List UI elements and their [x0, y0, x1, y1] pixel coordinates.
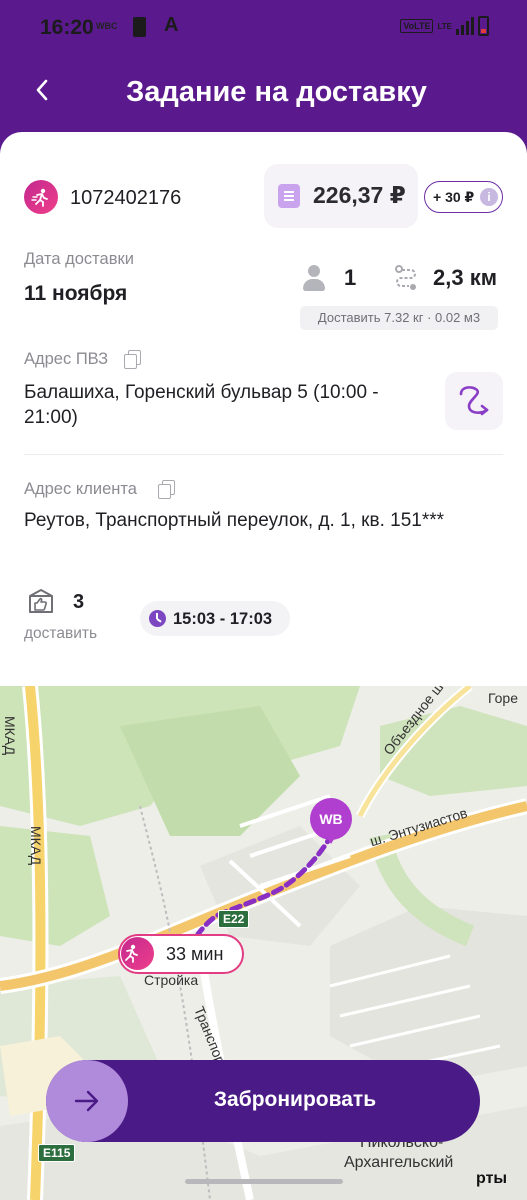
copy-icon[interactable]: [124, 350, 141, 369]
copy-icon[interactable]: [158, 480, 175, 499]
package-like-icon: [29, 589, 53, 613]
lte-label: LTE: [437, 21, 452, 31]
map-label-arkhangelsky: Архангельский: [344, 1154, 454, 1171]
time-window-pill: 15:03 - 17:03: [140, 601, 290, 636]
order-id: 1072402176: [70, 187, 182, 209]
persons-count: 1: [344, 265, 357, 290]
carrier-label: WBC: [96, 21, 118, 31]
route-icon: [459, 386, 489, 416]
person-icon: [303, 265, 325, 291]
road-shield-e115: E115: [38, 1144, 76, 1162]
volte-badge: VoLTE: [400, 19, 434, 33]
delivery-date-value: 11 ноября: [24, 282, 128, 305]
route-button[interactable]: [445, 372, 503, 430]
battery-icon: [478, 16, 489, 36]
page-title: Задание на доставку: [126, 76, 427, 108]
book-button-label: Забронировать: [213, 1088, 377, 1111]
time-window: 15:03 - 17:03: [173, 610, 273, 628]
task-card: 1072402176 226,37 ₽ + 30 ₽ i Дата достав…: [0, 132, 527, 1200]
delivery-date-label: Дата доставки: [24, 250, 134, 268]
eta-chip: 33 мин: [118, 934, 244, 974]
signal-icon: [456, 17, 474, 35]
pvz-address: Балашиха, Горенский бульвар 5 (10:00 - 2…: [24, 382, 379, 428]
client-address: Реутов, Транспортный переулок, д. 1, кв.…: [24, 510, 445, 531]
bonus-value: + 30 ₽: [433, 189, 475, 205]
eta-text: 33 мин: [166, 944, 224, 964]
price-box: 226,37 ₽: [264, 164, 418, 228]
status-bar: 16:20 WBC A VoLTE LTE: [0, 0, 527, 54]
pvz-address-label: Адрес ПВЗ: [24, 350, 109, 368]
document-icon: [278, 184, 300, 208]
map-label-rty: рты: [476, 1170, 508, 1187]
app-header: Задание на доставку: [0, 54, 527, 134]
road-shield-e22: E22: [218, 910, 250, 928]
route-distance-icon: [395, 265, 416, 290]
courier-icon: [24, 180, 58, 214]
map-label-stroika: Стройка: [144, 972, 199, 988]
status-indicators: VoLTE LTE: [400, 16, 489, 36]
map-label-mkad: МКАД: [28, 826, 44, 866]
info-icon[interactable]: i: [480, 188, 498, 206]
weight-volume-note: Доставить 7.32 кг · 0.02 м3: [300, 306, 498, 330]
bonus-badge[interactable]: + 30 ₽ i: [424, 181, 503, 213]
deliver-label: доставить: [24, 625, 98, 642]
map-label-mkad: МКАД: [2, 716, 18, 756]
status-time: 16:20: [40, 16, 94, 39]
deliver-count: 3: [73, 591, 85, 613]
divider: [24, 454, 503, 455]
courier-icon: [121, 937, 154, 970]
a-icon: A: [164, 14, 179, 36]
price-value: 226,37 ₽: [313, 182, 406, 208]
client-address-label: Адрес клиента: [24, 480, 137, 498]
map-label-gore: Горе: [488, 690, 519, 706]
arrow-right-icon: [46, 1060, 128, 1142]
home-indicator[interactable]: [185, 1179, 343, 1184]
sim-icon: [133, 17, 146, 37]
book-button[interactable]: Забронировать: [46, 1060, 480, 1142]
clock-icon: [149, 610, 166, 627]
distance-value: 2,3 км: [433, 265, 497, 290]
pickup-point-pin[interactable]: WB: [310, 798, 352, 844]
